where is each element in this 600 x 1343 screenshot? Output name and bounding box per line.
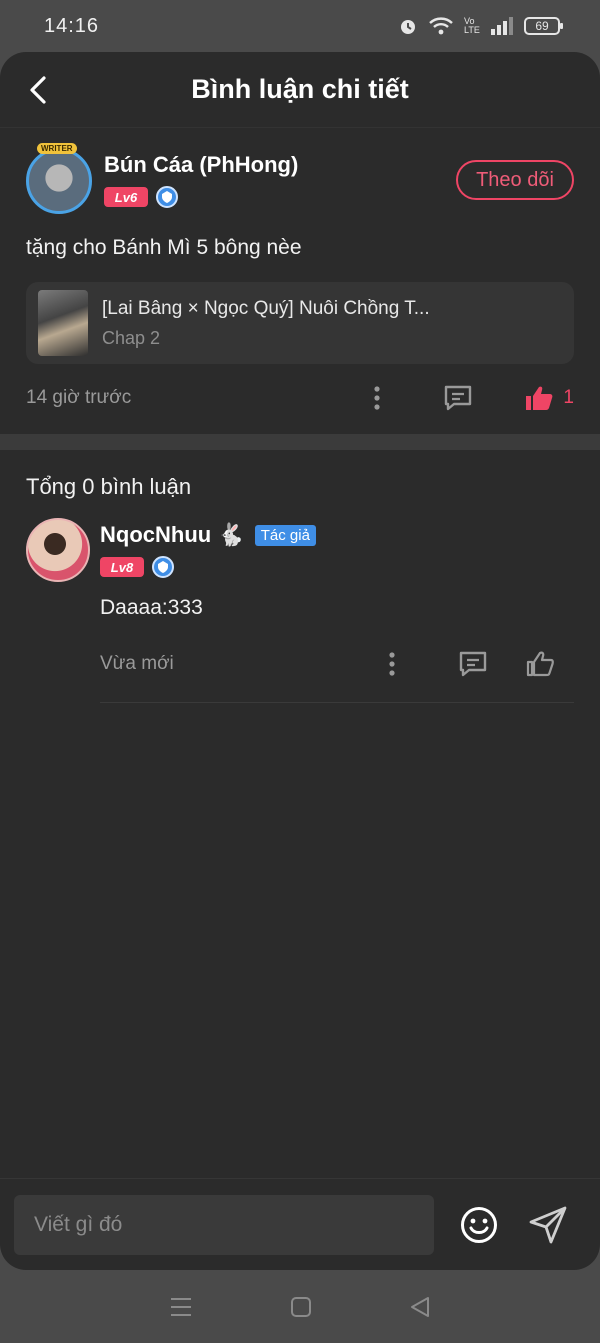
page-title: Bình luận chi tiết (191, 74, 409, 104)
reply-like-button[interactable] (526, 651, 554, 677)
reply-author-text: NqocNhuu (100, 522, 212, 547)
home-button[interactable] (290, 1296, 312, 1318)
thumbs-up-icon (526, 386, 553, 410)
reply-name-row: NqocNhuu 🐇 Tác giả (100, 518, 574, 548)
comment-actions: 1 (365, 383, 574, 413)
comment-icon (459, 651, 487, 677)
top-bar: Bình luận chi tiết (0, 52, 600, 128)
status-bar: 14:16 Vo LTE 69 (0, 0, 600, 52)
rabbit-emoji: 🐇 (217, 522, 245, 547)
verified-shield-icon (156, 186, 178, 208)
author-name[interactable]: Bún Cáa (PhHong) (104, 152, 298, 178)
battery-level: 69 (535, 19, 549, 33)
like-count: 1 (563, 387, 574, 408)
triangle-back-icon (411, 1296, 430, 1317)
thumbs-up-outline-icon (526, 651, 554, 677)
menu-icon (170, 1297, 191, 1316)
replies-total: Tổng 0 bình luận (26, 474, 192, 499)
send-button[interactable] (528, 1205, 568, 1245)
smile-icon (461, 1206, 497, 1243)
writer-badge: WRITER (37, 143, 77, 154)
reply-body: NqocNhuu 🐇 Tác giả Lv8 Daaaa:333 Vừa mới (100, 518, 574, 703)
reply-more-options-button[interactable] (380, 649, 404, 679)
wifi-icon (429, 17, 453, 35)
chapter-thumbnail (38, 290, 88, 356)
status-icons: Vo LTE 69 (398, 16, 563, 36)
system-nav-bar (0, 1270, 600, 1343)
reply-item: NqocNhuu 🐇 Tác giả Lv8 Daaaa:333 Vừa mới (26, 518, 574, 703)
level-badge: Lv6 (104, 187, 148, 207)
reply-actions (380, 649, 574, 679)
reply-text: Daaaa:333 (100, 596, 203, 619)
recent-apps-button[interactable] (169, 1296, 193, 1318)
comment-timestamp: 14 giờ trước (26, 387, 132, 408)
battery-icon: 69 (524, 17, 563, 35)
reply-timestamp: Vừa mới (100, 653, 174, 674)
signal-icon (491, 17, 513, 35)
reply-meta-row: Vừa mới (100, 646, 574, 682)
avatar-image (26, 148, 92, 214)
chapter-info: [Lai Bâng × Ngọc Quý] Nuôi Chồng T... Ch… (102, 298, 430, 349)
status-time: 14:16 (44, 14, 100, 37)
chapter-title: [Lai Bâng × Ngọc Quý] Nuôi Chồng T... (102, 297, 430, 319)
back-button[interactable] (22, 72, 54, 108)
section-divider (0, 434, 600, 450)
comment-icon (445, 385, 472, 411)
reply-comment-button[interactable] (458, 650, 488, 678)
author-info: Bún Cáa (PhHong) Lv6 (104, 148, 298, 208)
verified-shield-icon (152, 556, 174, 578)
avatar[interactable]: WRITER (26, 143, 92, 214)
chapter-card[interactable]: [Lai Bâng × Ngọc Quý] Nuôi Chồng T... Ch… (26, 282, 574, 364)
more-vertical-icon (374, 386, 381, 410)
comment-composer (0, 1178, 600, 1270)
more-options-button[interactable] (365, 383, 389, 413)
home-square-icon (290, 1296, 311, 1317)
comment-detail-sheet: Bình luận chi tiết WRITER Bún Cáa (PhHon… (0, 52, 600, 1270)
reply-avatar[interactable] (26, 518, 90, 582)
comment-meta-row: 14 giờ trước 1 (26, 380, 574, 416)
reply-badges: Lv8 (100, 556, 574, 578)
main-comment: WRITER Bún Cáa (PhHong) Lv6 Theo dõi tặn… (0, 128, 600, 434)
replies-section: Tổng 0 bình luận NqocNhuu 🐇 Tác giả Lv8 … (0, 450, 600, 703)
author-tag: Tác giả (254, 524, 316, 546)
reply-divider (100, 702, 574, 703)
send-icon (529, 1206, 567, 1243)
follow-button[interactable]: Theo dõi (456, 160, 574, 200)
chapter-subtitle: Chap 2 (102, 327, 161, 348)
alarm-icon (401, 20, 415, 34)
badges: Lv6 (104, 186, 298, 208)
reply-level-badge: Lv8 (100, 557, 144, 577)
volte-label: Vo LTE (464, 16, 480, 35)
reply-author-name[interactable]: NqocNhuu 🐇 (100, 522, 245, 548)
comment-text: tặng cho Bánh Mì 5 bông nèe (26, 236, 302, 259)
reply-button[interactable] (443, 384, 473, 412)
chevron-left-icon (30, 76, 46, 104)
more-vertical-icon (389, 652, 395, 676)
comment-input[interactable] (14, 1194, 434, 1255)
system-back-button[interactable] (409, 1296, 431, 1318)
like-button[interactable]: 1 (525, 385, 574, 411)
emoji-button[interactable] (460, 1206, 498, 1244)
